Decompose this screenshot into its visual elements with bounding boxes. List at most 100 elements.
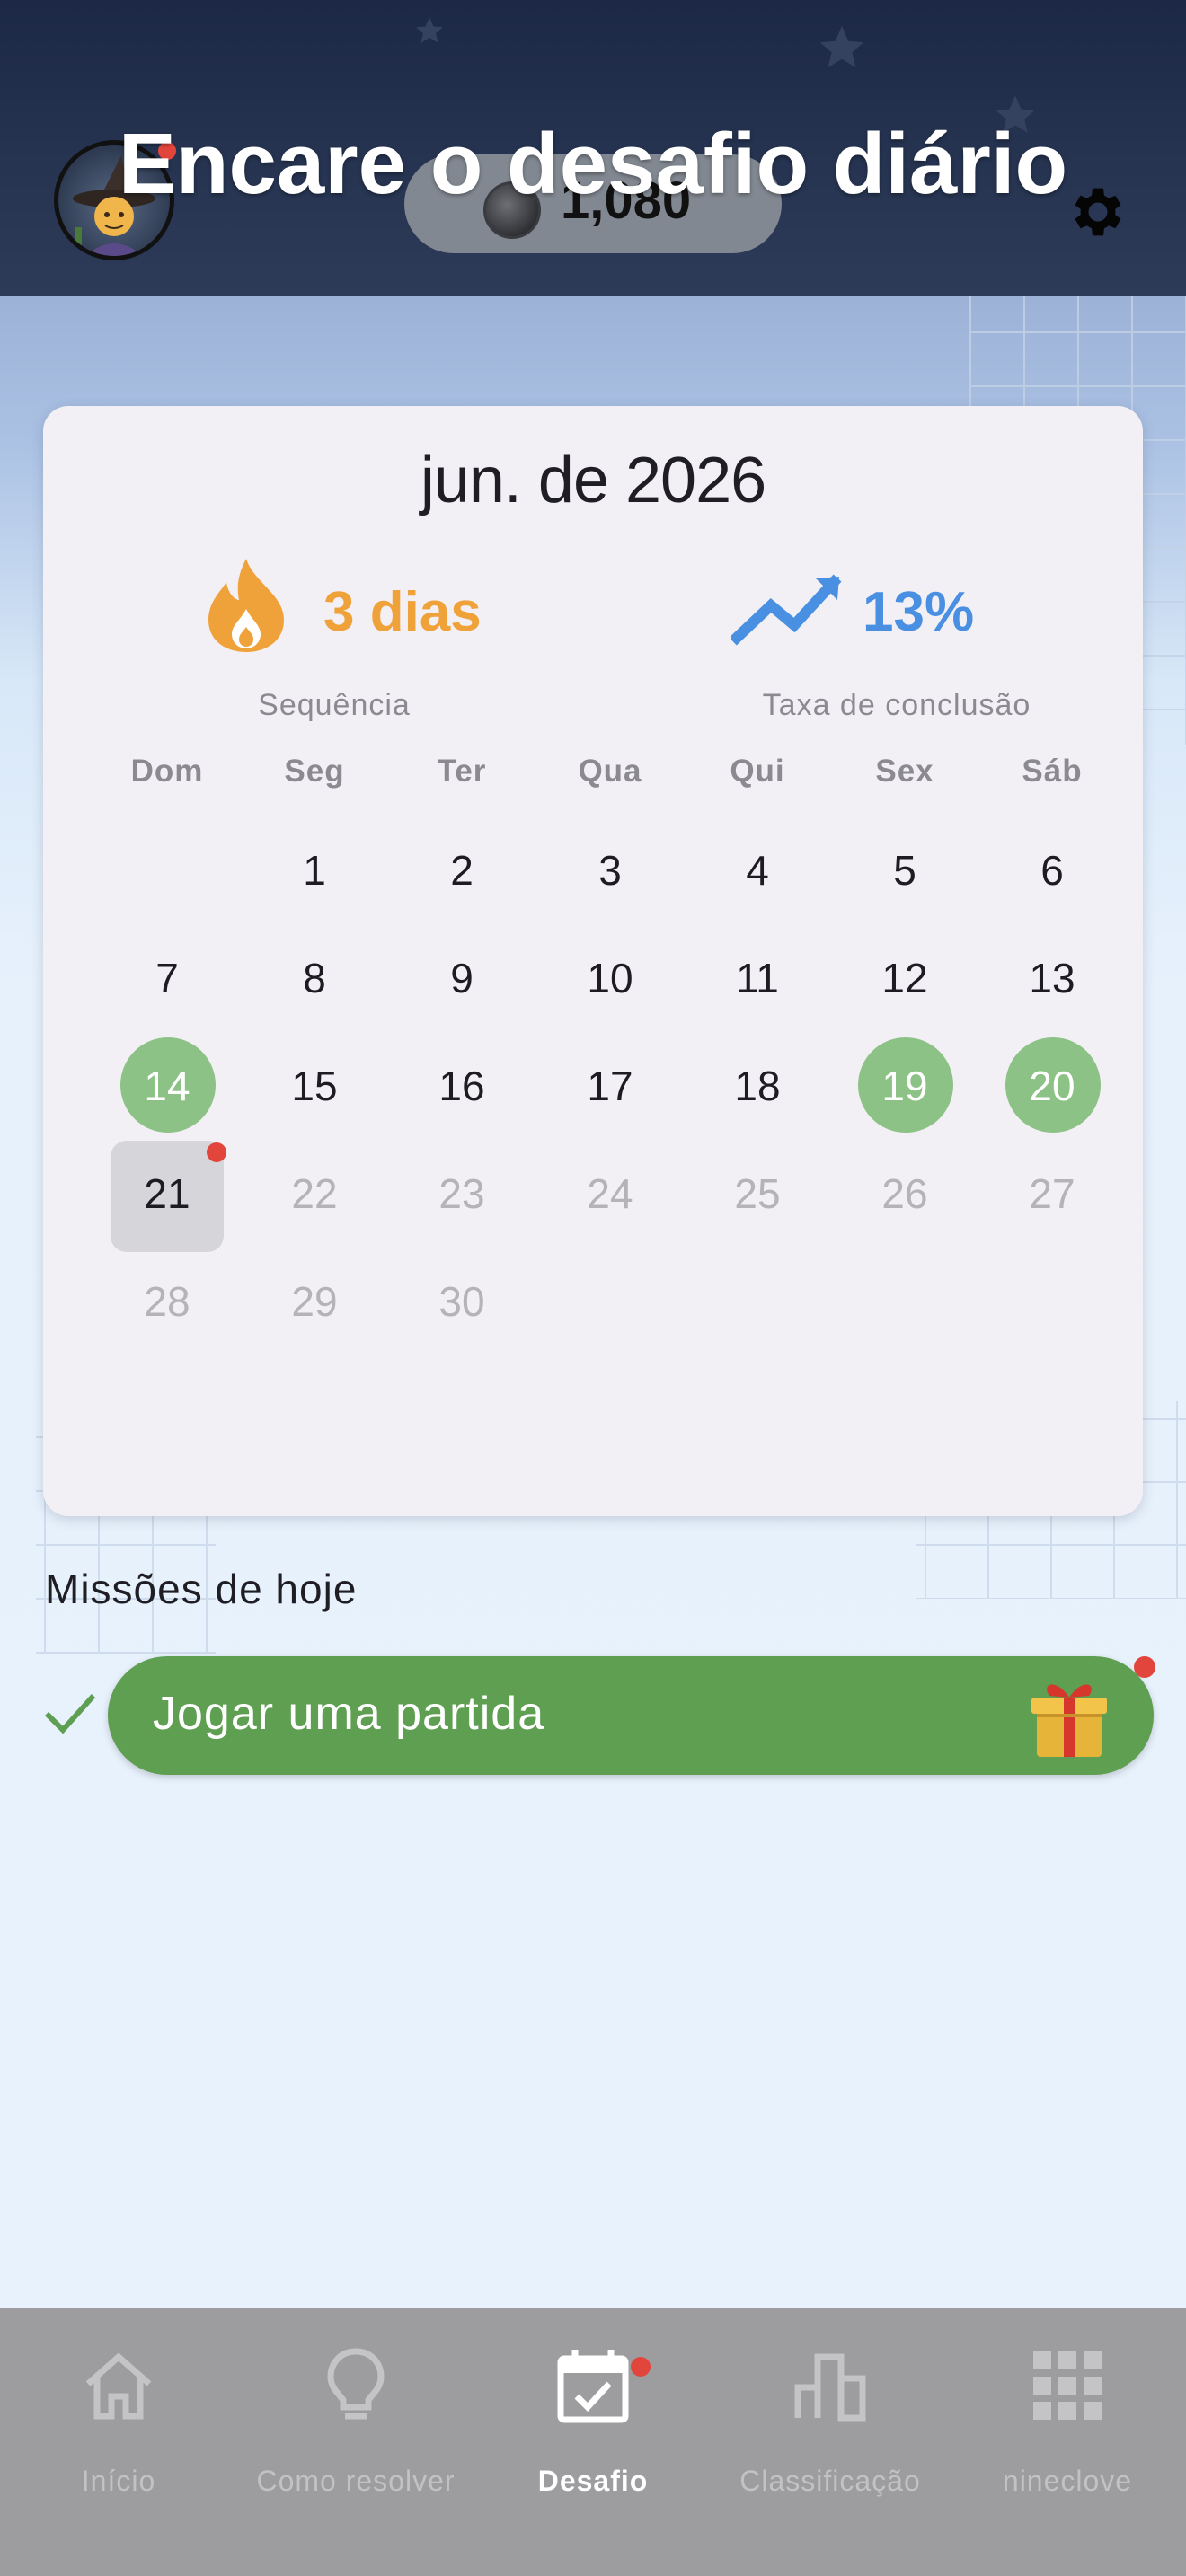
calendar-day-number: 6 [1040, 847, 1064, 894]
weekday-label: Qua [578, 754, 642, 789]
star-decoration [416, 17, 443, 43]
calendar-day[interactable]: 19 [833, 1037, 977, 1135]
star-decoration [819, 25, 864, 68]
calendar-day-number: 18 [734, 1063, 781, 1109]
nav-item-home[interactable]: Início [0, 2308, 237, 2576]
calendar-day[interactable]: 18 [686, 1037, 829, 1135]
calendar-day[interactable]: 6 [980, 821, 1124, 920]
calendar-check-icon [557, 2350, 629, 2423]
gift-icon[interactable] [1024, 1671, 1114, 1760]
checkmark-icon [44, 1693, 96, 1734]
bottom-navigation: Início Como resolver Desafio Classificaç… [0, 2308, 1186, 2576]
calendar-day[interactable]: 26 [833, 1144, 977, 1243]
calendar-day[interactable]: 21 [95, 1141, 239, 1252]
calendar-day[interactable]: 29 [243, 1252, 386, 1351]
calendar-day[interactable]: 28 [95, 1252, 239, 1351]
calendar-day-number: 10 [587, 955, 633, 1001]
calendar-day-number: 24 [587, 1170, 633, 1217]
calendar-day[interactable]: 16 [390, 1037, 534, 1135]
calendar-day-number: 3 [598, 847, 622, 894]
nav-item-leaderboard[interactable]: Classificação [712, 2308, 949, 2576]
calendar-day-number: 4 [746, 847, 769, 894]
calendar-day-number: 15 [291, 1063, 338, 1109]
nav-label: Classificação [739, 2465, 921, 2497]
grid-icon [1033, 2351, 1102, 2420]
nav-label: Início [81, 2465, 156, 2497]
calendar-day[interactable]: 20 [980, 1037, 1124, 1135]
calendar-day-number: 21 [144, 1170, 190, 1217]
completion-value: 13% [863, 581, 975, 643]
calendar-day[interactable]: 13 [980, 929, 1124, 1028]
calendar-day-number: 27 [1029, 1170, 1075, 1217]
calendar-day-number: 20 [1029, 1063, 1075, 1109]
calendar-day-number: 8 [303, 955, 326, 1001]
mission-label: Jogar uma partida [153, 1688, 545, 1740]
gear-icon[interactable] [1066, 180, 1130, 244]
nav-item-challenge[interactable]: Desafio [474, 2308, 712, 2576]
bar-chart-icon [794, 2353, 866, 2422]
notification-dot [207, 1142, 226, 1162]
weekday-label: Sex [875, 754, 934, 789]
calendar-day[interactable]: 30 [390, 1252, 534, 1351]
calendar-day[interactable]: 8 [243, 929, 386, 1028]
calendar-day-number: 23 [438, 1170, 485, 1217]
calendar-day-number: 1 [303, 847, 326, 894]
calendar-day-number: 13 [1029, 955, 1075, 1001]
calendar-day[interactable]: 14 [95, 1037, 239, 1135]
calendar-day-number: 22 [291, 1170, 338, 1217]
calendar-day[interactable]: 17 [538, 1037, 682, 1135]
trend-up-icon [731, 574, 842, 646]
calendar-day-number: 12 [881, 955, 928, 1001]
nav-item-nineclove[interactable]: nineclove [949, 2308, 1186, 2576]
month-label: jun. de 2026 [420, 445, 766, 516]
calendar-day[interactable]: 11 [686, 929, 829, 1028]
calendar-card: jun. de 2026 3 dias Sequência 13% Taxa d… [43, 406, 1143, 1516]
completion-label: Taxa de conclusão [762, 688, 1031, 722]
nav-label: nineclove [1002, 2465, 1133, 2497]
calendar-day[interactable]: 10 [538, 929, 682, 1028]
calendar-day[interactable]: 9 [390, 929, 534, 1028]
weekday-label: Dom [130, 754, 204, 789]
calendar-day[interactable]: 23 [390, 1144, 534, 1243]
mission-item[interactable]: Jogar uma partida [108, 1656, 1154, 1775]
calendar-day-number: 16 [438, 1063, 485, 1109]
nav-label: Como resolver [256, 2465, 456, 2497]
calendar-day[interactable]: 25 [686, 1144, 829, 1243]
calendar-day[interactable]: 4 [686, 821, 829, 920]
calendar-day-number: 11 [736, 955, 779, 1001]
calendar-day[interactable]: 2 [390, 821, 534, 920]
calendar-day-number: 30 [438, 1278, 485, 1325]
calendar-day-number: 14 [144, 1063, 190, 1109]
calendar-day[interactable]: 24 [538, 1144, 682, 1243]
home-icon [85, 2352, 152, 2420]
calendar-day[interactable]: 3 [538, 821, 682, 920]
nav-item-how-to-solve[interactable]: Como resolver [237, 2308, 474, 2576]
calendar-day[interactable]: 7 [95, 929, 239, 1028]
calendar-day-number: 19 [881, 1063, 928, 1109]
streak-value: 3 dias [323, 581, 482, 643]
calendar-day[interactable]: 15 [243, 1037, 386, 1135]
missions-title: Missões de hoje [45, 1566, 358, 1612]
notification-dot [631, 2357, 651, 2377]
lightbulb-icon [327, 2348, 385, 2420]
calendar-day-number: 2 [450, 847, 474, 894]
calendar-day[interactable]: 12 [833, 929, 977, 1028]
weekday-label: Qui [730, 754, 785, 789]
calendar-day-number: 5 [893, 847, 916, 894]
weekday-label: Ter [437, 754, 487, 789]
calendar-day-number: 28 [144, 1278, 190, 1325]
calendar-day-number: 9 [450, 955, 474, 1001]
calendar-day-number: 26 [881, 1170, 928, 1217]
calendar-day[interactable]: 1 [243, 821, 386, 920]
weekday-label: Sáb [1022, 754, 1083, 789]
nav-label: Desafio [537, 2465, 649, 2497]
weekday-label: Seg [284, 754, 345, 789]
calendar-day[interactable]: 5 [833, 821, 977, 920]
calendar-day-number: 17 [587, 1063, 633, 1109]
header: 1,080 Encare o desafio diário [0, 0, 1186, 296]
calendar-day[interactable]: 22 [243, 1144, 386, 1243]
streak-label: Sequência [258, 688, 411, 722]
page-title: Encare o desafio diário [118, 116, 1068, 212]
calendar-day-number: 29 [291, 1278, 338, 1325]
calendar-day[interactable]: 27 [980, 1144, 1124, 1243]
